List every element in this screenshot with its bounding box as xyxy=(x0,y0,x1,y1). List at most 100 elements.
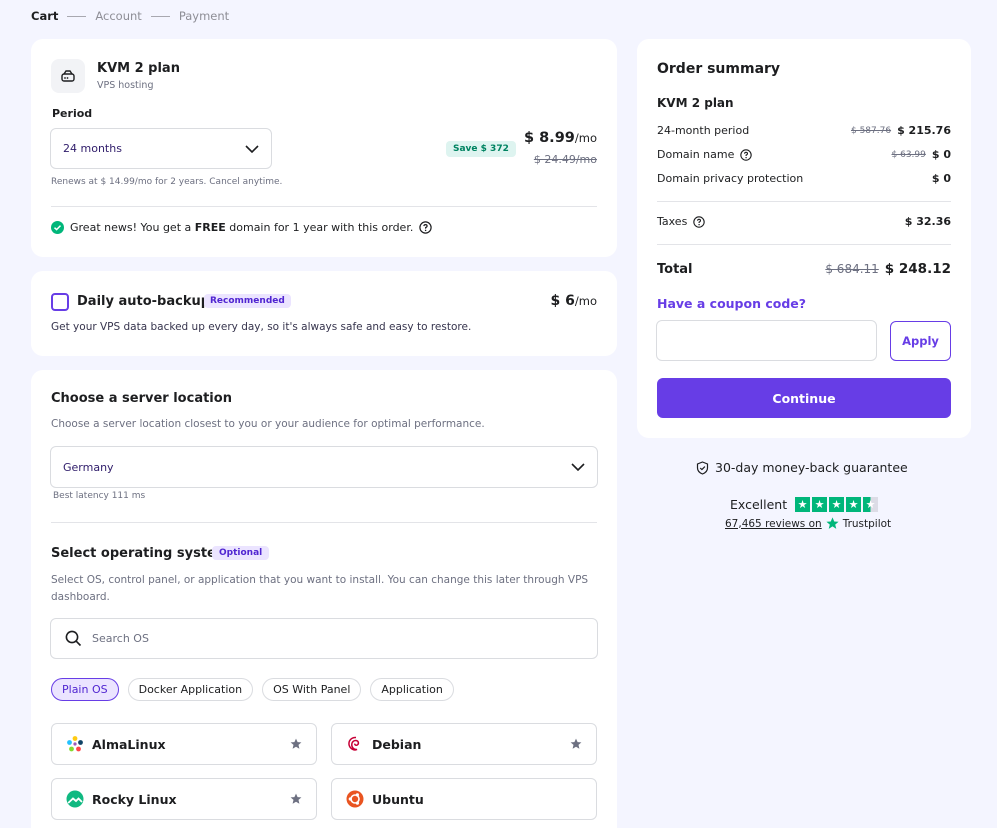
optional-badge: Optional xyxy=(212,546,270,560)
help-icon[interactable] xyxy=(419,221,433,234)
money-back-guarantee: 30-day money-back guarantee xyxy=(696,460,908,475)
plan-subtitle: VPS hosting xyxy=(97,80,154,91)
notice-prefix: Great news! You get a xyxy=(70,221,195,234)
configuration-card: Choose a server location Choose a server… xyxy=(31,370,617,828)
summary-row-period: 24-month period $ 587.76 $ 215.76 xyxy=(657,124,951,137)
os-description: Select OS, control panel, or application… xyxy=(51,574,589,603)
price-period: /mo xyxy=(574,131,597,145)
tab-plain-os[interactable]: Plain OS xyxy=(51,678,119,701)
check-circle-icon xyxy=(51,221,64,234)
guarantee-text: 30-day money-back guarantee xyxy=(715,460,908,475)
renew-text: Renews at $ 14.99/mo for 2 years. Cancel… xyxy=(51,177,283,187)
search-os-input[interactable]: Search OS xyxy=(50,618,598,659)
help-icon[interactable] xyxy=(693,215,706,228)
taxes-value: $ 32.36 xyxy=(904,215,951,228)
star-icon: ★ xyxy=(812,497,828,512)
location-select[interactable]: Germany xyxy=(50,446,598,488)
search-icon xyxy=(65,630,82,647)
price-amount: $ 8.99 xyxy=(523,130,575,146)
os-category-tabs: Plain OS Docker Application OS With Pane… xyxy=(51,678,454,701)
trustpilot-rating: Excellent ★ ★ ★ ★ ★ xyxy=(730,497,879,512)
backup-price: $ 6/mo xyxy=(551,293,597,309)
plan-price: $ 8.99/mo xyxy=(524,130,597,146)
apply-button[interactable]: Apply xyxy=(890,321,951,361)
chevron-down-icon xyxy=(571,463,585,471)
divider xyxy=(51,522,597,523)
star-half-icon: ★ xyxy=(863,497,879,512)
backup-title: Daily auto-backup xyxy=(77,294,211,309)
period-label: Period xyxy=(52,107,93,120)
total-value: $ 248.12 xyxy=(884,261,951,277)
row-label: Domain name xyxy=(657,148,735,161)
server-icon xyxy=(51,59,85,93)
step-cart[interactable]: Cart xyxy=(31,9,58,23)
notice-suffix: domain for 1 year with this order. xyxy=(225,221,414,234)
location-title: Choose a server location xyxy=(51,391,232,406)
divider xyxy=(657,201,951,202)
row-value: $ 0 xyxy=(931,148,951,161)
divider xyxy=(657,244,951,245)
continue-button[interactable]: Continue xyxy=(657,378,951,418)
period-select[interactable]: 24 months xyxy=(50,128,272,169)
summary-title: Order summary xyxy=(657,61,781,77)
total-label: Total xyxy=(657,261,693,277)
rating-text: Excellent xyxy=(730,497,788,512)
step-separator xyxy=(67,15,87,17)
tab-application[interactable]: Application xyxy=(370,678,454,701)
summary-row-taxes: Taxes $ 32.36 xyxy=(657,215,951,228)
backup-card: Daily auto-backup Recommended $ 6/mo Get… xyxy=(31,271,617,356)
location-description: Choose a server location closest to you … xyxy=(51,418,485,430)
help-icon[interactable] xyxy=(740,148,753,161)
os-option-almalinux[interactable]: AlmaLinux xyxy=(51,723,317,765)
os-name: AlmaLinux xyxy=(92,736,166,752)
star-icon[interactable] xyxy=(290,738,302,750)
trustpilot-brand: Trustpilot xyxy=(842,517,892,530)
os-option-debian[interactable]: Debian xyxy=(331,723,597,765)
backup-checkbox[interactable] xyxy=(51,293,69,311)
notice-text: Great news! You get a FREE domain for 1 … xyxy=(70,221,413,234)
latency-text: Best latency 111 ms xyxy=(53,491,146,501)
notice-bold: FREE xyxy=(194,221,226,234)
star-icon[interactable] xyxy=(570,738,582,750)
almalinux-logo-icon xyxy=(67,736,83,752)
tab-docker-application[interactable]: Docker Application xyxy=(127,678,254,701)
backup-price-period: /mo xyxy=(574,294,597,308)
summary-plan: KVM 2 plan xyxy=(657,96,734,110)
coupon-toggle-link[interactable]: Have a coupon code? xyxy=(657,296,806,311)
reviews-link[interactable]: 67,465 reviews on xyxy=(725,518,822,530)
backup-price-amount: $ 6 xyxy=(550,293,575,309)
star-icon: ★ xyxy=(846,497,862,512)
shield-check-icon xyxy=(696,460,709,475)
star-icon[interactable] xyxy=(290,793,302,805)
total-old-price: $ 684.11 xyxy=(825,262,879,276)
plan-title: KVM 2 plan xyxy=(97,61,180,76)
os-name: Ubuntu xyxy=(372,791,424,807)
row-value: $ 0 xyxy=(931,172,951,185)
row-old-price: $ 63.99 xyxy=(891,149,926,160)
order-summary-card: Order summary KVM 2 plan 24-month period… xyxy=(637,39,971,438)
chevron-down-icon xyxy=(245,144,259,153)
divider xyxy=(51,206,597,207)
location-value: Germany xyxy=(63,460,114,474)
ubuntu-logo-icon xyxy=(346,790,364,808)
checkout-steps: Cart Account Payment xyxy=(31,9,229,23)
debian-logo-icon xyxy=(348,736,360,751)
save-badge: Save $ 372 xyxy=(446,141,516,157)
step-payment[interactable]: Payment xyxy=(179,9,229,23)
recommended-badge: Recommended xyxy=(204,294,291,308)
step-separator xyxy=(150,15,170,17)
os-option-ubuntu[interactable]: Ubuntu xyxy=(331,778,597,820)
os-name: Rocky Linux xyxy=(92,791,177,807)
step-account[interactable]: Account xyxy=(95,9,141,23)
backup-description: Get your VPS data backed up every day, s… xyxy=(51,321,472,333)
search-placeholder: Search OS xyxy=(92,632,149,645)
summary-row-domain: Domain name $ 63.99 $ 0 xyxy=(657,148,951,161)
tab-os-with-panel[interactable]: OS With Panel xyxy=(262,678,362,701)
os-option-rocky-linux[interactable]: Rocky Linux xyxy=(51,778,317,820)
row-value: $ 215.76 xyxy=(897,124,951,137)
coupon-input[interactable] xyxy=(656,320,877,361)
summary-row-total: Total $ 684.11 $ 248.12 xyxy=(657,261,951,277)
os-name: Debian xyxy=(372,736,422,752)
star-icon: ★ xyxy=(795,497,811,512)
old-price: $ 24.49/mo xyxy=(533,153,597,166)
